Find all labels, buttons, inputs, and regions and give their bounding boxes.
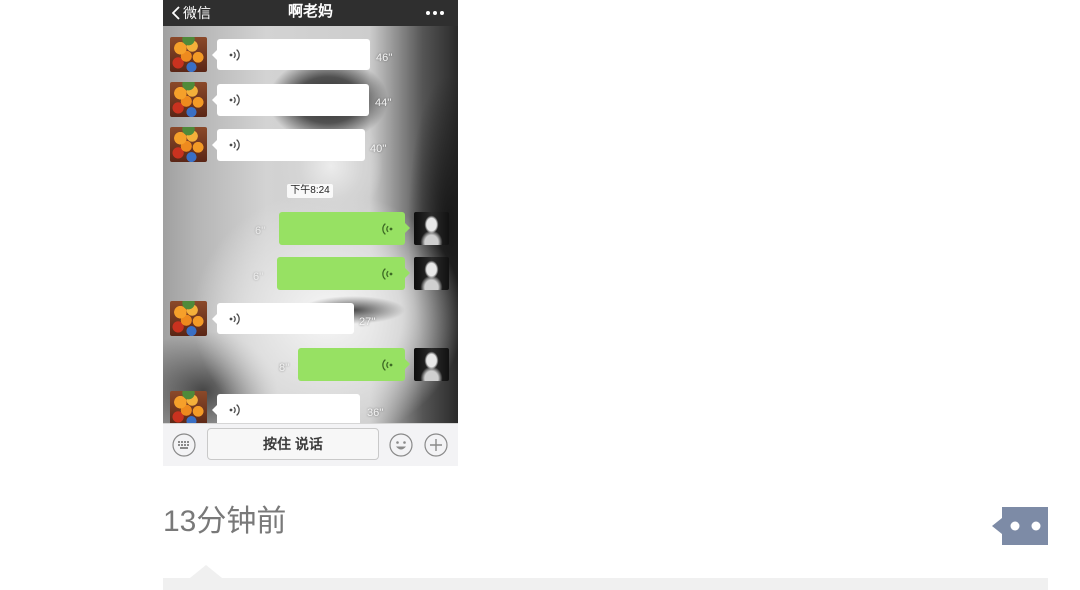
voice-duration: 6'' <box>255 225 266 237</box>
chat-title: 啊老妈 <box>287 3 333 20</box>
contact-avatar <box>170 301 207 336</box>
voice-icon <box>229 139 240 151</box>
voice-message-bubble <box>212 394 360 426</box>
voice-message-bubble <box>298 348 410 381</box>
contact-avatar <box>170 391 207 426</box>
voice-message-bubble <box>212 39 370 70</box>
comment-area-arrow <box>190 565 222 578</box>
chat-input-bar: 按住 说话 <box>163 423 458 466</box>
voice-duration: 46'' <box>376 52 393 64</box>
voice-icon <box>229 48 240 61</box>
voice-icon <box>382 267 393 280</box>
post-timestamp: 13分钟前 <box>163 505 287 538</box>
voice-duration: 8'' <box>279 362 290 374</box>
chat-nav-bar: 微信 啊老妈 <box>163 0 458 26</box>
voice-message-bubble <box>277 257 410 290</box>
contact-avatar <box>170 37 207 72</box>
contact-avatar <box>170 82 207 117</box>
voice-duration: 27'' <box>359 316 376 328</box>
voice-duration: 44'' <box>375 97 392 109</box>
voice-icon <box>229 312 240 325</box>
voice-message-bubble <box>279 212 410 245</box>
comment-area <box>163 578 1048 590</box>
plus-icon <box>424 433 448 457</box>
contact-avatar <box>170 127 207 162</box>
voice-duration: 36'' <box>367 407 384 419</box>
my-avatar <box>414 348 449 381</box>
smiley-icon <box>389 433 413 457</box>
keyboard-icon <box>172 433 196 457</box>
comment-button[interactable] <box>992 507 1048 545</box>
voice-duration: 40'' <box>370 143 387 155</box>
hold-to-talk-button: 按住 说话 <box>207 428 379 460</box>
voice-icon <box>229 94 240 106</box>
my-avatar <box>414 212 449 245</box>
voice-icon <box>229 404 240 416</box>
time-divider: 下午8:24 <box>287 184 333 198</box>
voice-message-bubble <box>212 84 369 116</box>
voice-message-bubble <box>212 129 365 161</box>
my-avatar <box>414 257 449 290</box>
comment-dots-icon[interactable] <box>992 507 1048 545</box>
more-dots-icon <box>426 11 444 15</box>
voice-message-bubble <box>212 303 354 334</box>
voice-duration: 6'' <box>253 271 264 283</box>
voice-icon <box>382 358 393 371</box>
voice-icon <box>382 222 393 235</box>
post-image[interactable]: 微信 啊老妈 46'' 44'' 40'' 下午8:24 6'' 6'' 27'… <box>163 0 458 466</box>
